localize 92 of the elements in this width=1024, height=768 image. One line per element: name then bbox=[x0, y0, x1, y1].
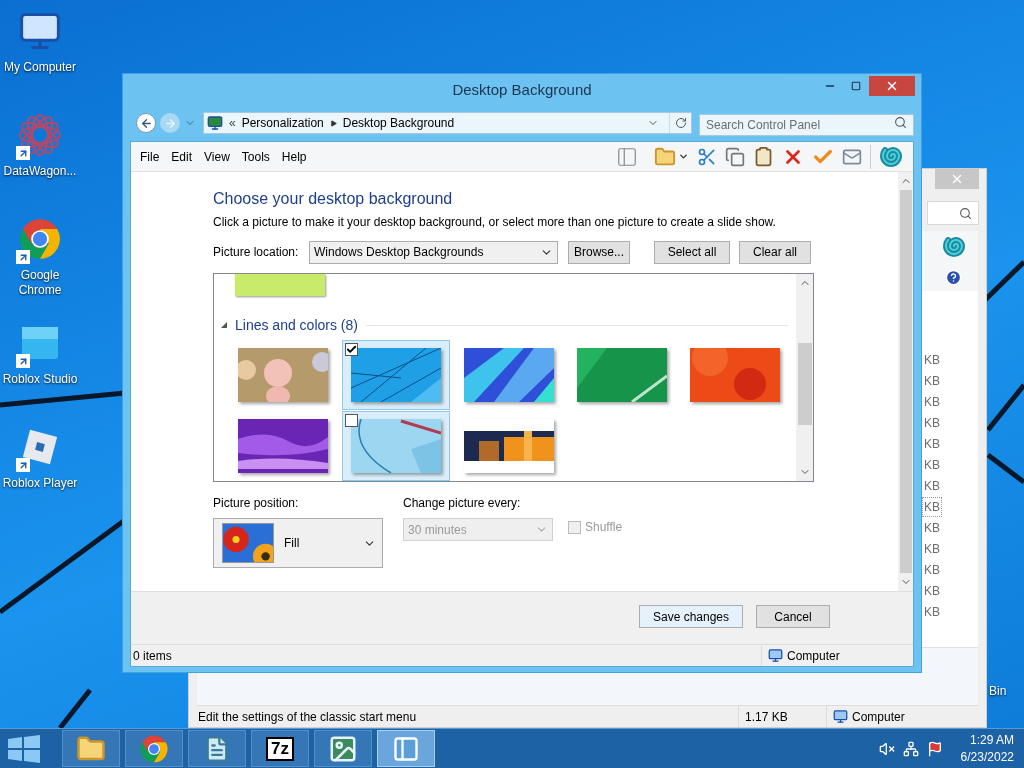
sevenzip-logo: 7z bbox=[266, 736, 294, 761]
field-label: Picture position: bbox=[213, 495, 300, 512]
size-cell-text: KB bbox=[923, 540, 941, 558]
taskbar-button[interactable]: 7z bbox=[251, 730, 309, 767]
maximize-icon bbox=[851, 81, 861, 91]
clock-time[interactable]: 1:29 AM bbox=[969, 731, 1014, 749]
clock-date[interactable]: 6/23/2022 bbox=[960, 748, 1014, 766]
page-heading: Choose your desktop background bbox=[213, 189, 454, 209]
size-cell-text: KB bbox=[923, 351, 941, 369]
status-location: Computer bbox=[852, 708, 905, 726]
shell-icon[interactable] bbox=[879, 144, 903, 169]
address-bar[interactable]: « Personalization Desktop Background bbox=[203, 112, 692, 134]
caret-icon[interactable] bbox=[678, 151, 689, 162]
network-icon[interactable] bbox=[902, 740, 919, 757]
taskbar-button[interactable] bbox=[62, 730, 120, 767]
status-text: 0 items bbox=[132, 647, 173, 665]
dialog-button[interactable]: Cancel bbox=[756, 605, 830, 628]
scrollbar[interactable] bbox=[796, 274, 813, 481]
size-cell-text: KB bbox=[923, 456, 941, 474]
icon-label: Roblox Studio bbox=[2, 372, 78, 387]
menu-item[interactable]: Edit bbox=[165, 147, 199, 166]
action-button[interactable]: Select all bbox=[654, 240, 730, 264]
close-icon bbox=[950, 172, 964, 186]
size-cell-text: KB bbox=[923, 582, 941, 600]
search-field[interactable] bbox=[927, 201, 979, 225]
scrollbar[interactable] bbox=[898, 172, 913, 591]
status-text: Edit the settings of the classic start menu bbox=[197, 708, 418, 726]
status-size: 1.17 KB bbox=[738, 706, 826, 727]
copy-icon[interactable] bbox=[725, 146, 745, 167]
back-button[interactable] bbox=[136, 113, 156, 133]
breadcrumb[interactable]: Personalization bbox=[241, 114, 324, 132]
search-icon bbox=[894, 116, 907, 129]
checkbox[interactable] bbox=[345, 414, 358, 427]
menu-item[interactable]: View bbox=[198, 147, 236, 166]
paste-icon[interactable] bbox=[753, 146, 774, 167]
taskbar-button[interactable] bbox=[125, 730, 183, 767]
control-panel-icon bbox=[392, 734, 420, 763]
layout-icon[interactable] bbox=[616, 145, 638, 168]
checkbox[interactable] bbox=[345, 343, 358, 356]
taskbar-button[interactable] bbox=[188, 730, 246, 767]
menu-item[interactable]: Help bbox=[275, 147, 313, 166]
icon-label: Roblox Player bbox=[2, 476, 78, 491]
computer-icon bbox=[833, 709, 848, 724]
chrome-icon bbox=[139, 733, 169, 764]
icon-label: My Computer bbox=[4, 60, 76, 75]
checkbox-label: Shuffle bbox=[585, 519, 623, 536]
overflow-glyph[interactable]: « bbox=[229, 114, 236, 132]
picture-tile[interactable] bbox=[342, 340, 450, 410]
field-label: Picture location: bbox=[213, 244, 300, 261]
position-dropdown[interactable]: Fill bbox=[213, 518, 383, 568]
size-cell-text: KB bbox=[923, 414, 941, 432]
cut-icon[interactable] bbox=[697, 146, 717, 167]
picture-tile[interactable] bbox=[342, 411, 450, 481]
action-button[interactable]: Clear all bbox=[739, 240, 811, 264]
location-dropdown[interactable]: Windows Desktop Backgrounds bbox=[309, 240, 558, 264]
computer-icon bbox=[768, 648, 783, 663]
icon-label: Google Chrome bbox=[17, 268, 63, 298]
status-location: Computer bbox=[787, 647, 840, 665]
icon-label: Bin bbox=[989, 683, 1007, 700]
size-cell-text: KB bbox=[923, 372, 941, 390]
muted-speaker-icon[interactable] bbox=[878, 740, 895, 757]
shell-icon[interactable] bbox=[942, 235, 966, 259]
close-icon bbox=[885, 79, 899, 93]
forward-arrow-icon bbox=[163, 116, 177, 130]
taskbar-button[interactable] bbox=[377, 730, 435, 767]
refresh-icon bbox=[674, 117, 687, 129]
instructions-text: Click a picture to make it your desktop background, or select more than one picture to create a slide show. bbox=[213, 214, 777, 230]
close-button[interactable] bbox=[869, 76, 915, 96]
size-cell-text: KB bbox=[923, 435, 941, 453]
menu-item[interactable]: Tools bbox=[235, 147, 276, 166]
flag-icon[interactable] bbox=[926, 740, 943, 757]
menu-item[interactable]: File bbox=[134, 147, 166, 166]
search-icon bbox=[959, 206, 972, 220]
back-arrow-icon bbox=[139, 116, 153, 130]
breadcrumb[interactable]: Desktop Background bbox=[342, 114, 455, 132]
collapse-icon[interactable] bbox=[219, 320, 229, 330]
icon-label: DataWagon... bbox=[3, 164, 77, 179]
field-label: Change picture every: bbox=[403, 495, 522, 512]
window-title: Desktop Background bbox=[452, 80, 592, 101]
control-panel-icon bbox=[207, 115, 223, 131]
dialog-button[interactable]: Save changes bbox=[639, 605, 743, 628]
size-cell-text: KB bbox=[923, 561, 941, 579]
group-title[interactable]: Lines and colors (8) bbox=[235, 314, 358, 336]
search-field[interactable]: Search Control Panel bbox=[699, 114, 914, 136]
separator-icon[interactable] bbox=[329, 119, 337, 127]
size-cell-text: KB bbox=[923, 393, 941, 411]
action-button[interactable]: Browse... bbox=[568, 240, 630, 264]
size-cell-text: KB bbox=[923, 519, 941, 537]
size-cell-text: KB bbox=[923, 603, 941, 621]
taskbar-button[interactable] bbox=[314, 730, 372, 767]
size-cell-text: KB bbox=[923, 477, 941, 495]
help-icon[interactable] bbox=[945, 268, 962, 286]
